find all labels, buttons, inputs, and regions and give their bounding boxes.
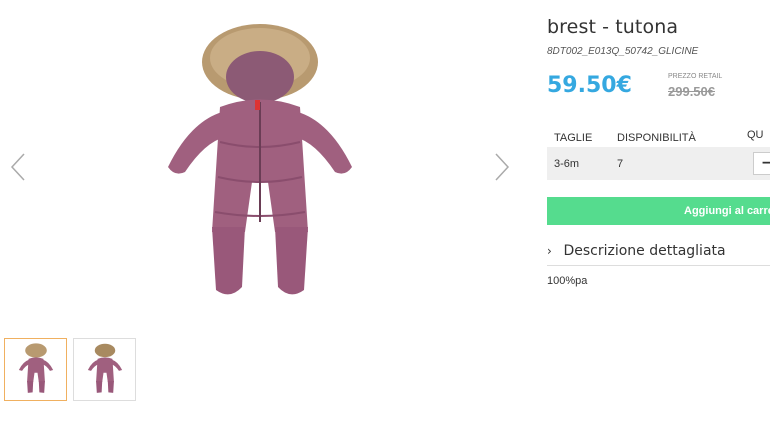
price-block: 59.50€ PREZZO RETAIL 299.50€ <box>547 69 770 109</box>
snowsuit-thumbnail-image <box>87 343 122 393</box>
sizes-table: TAGLIE DISPONIBILITÀ QU 3-6m 7 − <box>547 129 770 180</box>
thumbnail-strip <box>4 338 136 401</box>
gallery-next-button[interactable] <box>490 150 512 184</box>
row-size: 3-6m <box>554 157 580 170</box>
description-toggle-label: Descrizione dettagliata <box>563 243 726 259</box>
chevron-left-icon <box>10 153 25 181</box>
sale-price: 59.50€ <box>547 73 632 98</box>
description-toggle[interactable]: › Descrizione dettagliata <box>547 243 770 266</box>
snowsuit-thumbnail-image <box>18 342 53 393</box>
header-size: TAGLIE <box>554 132 593 144</box>
chevron-right-icon <box>495 153 510 181</box>
thumbnail-front[interactable] <box>4 338 67 401</box>
product-sku: 8DT002_E013Q_50742_GLICINE <box>547 46 699 57</box>
product-gallery <box>0 0 520 330</box>
add-to-cart-button[interactable]: Aggiungi al carrel <box>547 197 770 225</box>
product-image-snowsuit <box>168 24 352 295</box>
header-quantity: QU <box>747 129 764 141</box>
retail-price-label: PREZZO RETAIL <box>668 73 723 80</box>
thumbnail-back[interactable] <box>73 338 136 401</box>
product-info-panel: brest - tutona 8DT002_E013Q_50742_GLICIN… <box>547 16 770 287</box>
header-availability: DISPONIBILITÀ <box>617 132 696 144</box>
sizes-table-header: TAGLIE DISPONIBILITÀ QU <box>547 129 770 147</box>
description-text: 100%pa <box>547 275 588 287</box>
row-quantity: − <box>747 147 770 180</box>
chevron-right-icon: › <box>547 244 552 258</box>
row-availability: 7 <box>617 157 624 170</box>
quantity-decrement-button[interactable]: − <box>753 152 770 175</box>
table-row: 3-6m 7 − <box>547 147 770 180</box>
product-title: brest - tutona <box>547 16 679 38</box>
gallery-prev-button[interactable] <box>8 150 30 184</box>
retail-price: 299.50€ <box>668 84 715 99</box>
